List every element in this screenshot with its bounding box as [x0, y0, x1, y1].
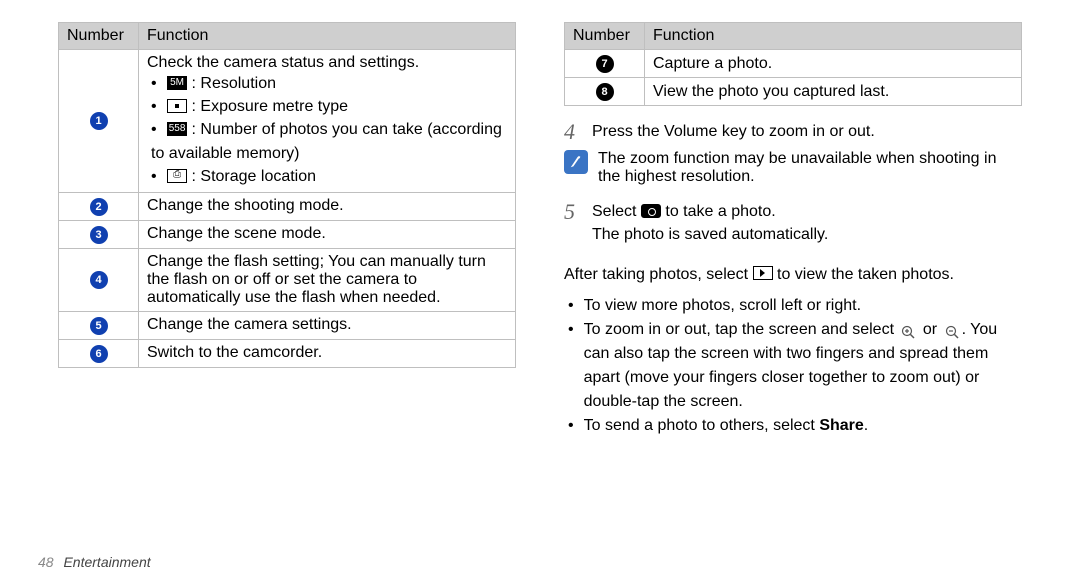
row-8-text: View the photo you captured last. — [645, 78, 1022, 106]
row-4-text: Change the flash setting; You can manual… — [139, 248, 516, 311]
row-number-1: 1 — [90, 112, 108, 130]
left-table: Number Function 1 Check the camera statu… — [58, 22, 516, 368]
row-1-sublist: 5M : Resolution : Exposure metre type 55… — [147, 72, 507, 188]
table-row: 1 Check the camera status and settings. … — [59, 50, 516, 193]
row-1-intro: Check the camera status and settings. — [147, 54, 507, 72]
table-header-row: Number Function — [59, 23, 516, 50]
step-5: 5 Select to take a photo. The photo is s… — [564, 200, 1022, 246]
table-row: 2 Change the shooting mode. — [59, 192, 516, 220]
row-number-3: 3 — [90, 226, 108, 244]
row-7-text: Capture a photo. — [645, 50, 1022, 78]
step-5-line2: The photo is saved automatically. — [592, 226, 828, 243]
table-row: 7 Capture a photo. — [565, 50, 1022, 78]
step-4-note: The zoom function may be unavailable whe… — [564, 150, 1022, 186]
row-number-7: 7 — [596, 55, 614, 73]
row-number-8: 8 — [596, 83, 614, 101]
table-row: 6 Switch to the camcorder. — [59, 339, 516, 367]
bullet-2: To zoom in or out, tap the screen and se… — [568, 318, 1022, 414]
th-number: Number — [565, 23, 645, 50]
row-1-item-storage: ⎙ : Storage location — [151, 165, 507, 188]
table-header-row: Number Function — [565, 23, 1022, 50]
row-number-2: 2 — [90, 198, 108, 216]
row-number-5: 5 — [90, 317, 108, 335]
after-paragraph: After taking photos, select to view the … — [564, 263, 1022, 286]
th-number: Number — [59, 23, 139, 50]
table-row: 4 Change the flash setting; You can manu… — [59, 248, 516, 311]
zoom-in-icon — [898, 325, 918, 339]
row-1-item-counter: 558 : Number of photos you can take (acc… — [151, 118, 507, 164]
bullet-3: To send a photo to others, select Share. — [568, 414, 1022, 438]
row-1-item-exposure: : Exposure metre type — [151, 95, 507, 118]
share-label: Share — [819, 417, 863, 434]
table-row: 8 View the photo you captured last. — [565, 78, 1022, 106]
row-6-text: Switch to the camcorder. — [139, 339, 516, 367]
section-label: Entertainment — [63, 554, 150, 570]
th-function: Function — [139, 23, 516, 50]
left-column: Number Function 1 Check the camera statu… — [58, 22, 516, 438]
step-4: 4 Press the Volume key to zoom in or out… — [564, 120, 1022, 144]
right-column: Number Function 7 Capture a photo. 8 Vie… — [564, 22, 1022, 438]
step-5-text: Select to take a photo. The photo is sav… — [592, 200, 828, 246]
step-4-text: Press the Volume key to zoom in or out. — [592, 120, 875, 144]
table-row: 3 Change the scene mode. — [59, 220, 516, 248]
exposure-icon — [167, 99, 187, 113]
row-2-text: Change the shooting mode. — [139, 192, 516, 220]
step-4-note-text: The zoom function may be unavailable whe… — [598, 150, 1022, 186]
row-number-4: 4 — [90, 271, 108, 289]
bullet-1: To view more photos, scroll left or righ… — [568, 294, 1022, 318]
camera-icon — [641, 204, 661, 218]
after-bullets: To view more photos, scroll left or righ… — [564, 294, 1022, 438]
row-number-6: 6 — [90, 345, 108, 363]
row-1-item-resolution: 5M : Resolution — [151, 72, 507, 95]
right-table: Number Function 7 Capture a photo. 8 Vie… — [564, 22, 1022, 106]
table-row: 5 Change the camera settings. — [59, 311, 516, 339]
page-content: Number Function 1 Check the camera statu… — [0, 0, 1080, 438]
counter-icon: 558 — [167, 122, 187, 136]
row-3-text: Change the scene mode. — [139, 220, 516, 248]
step-5-number: 5 — [564, 200, 582, 246]
storage-icon: ⎙ — [167, 169, 187, 183]
resolution-icon: 5M — [167, 76, 187, 90]
step-4-number: 4 — [564, 120, 582, 144]
row-5-text: Change the camera settings. — [139, 311, 516, 339]
zoom-out-icon — [942, 325, 962, 339]
page-number: 48 — [38, 554, 54, 570]
play-icon — [753, 266, 773, 280]
th-function: Function — [645, 23, 1022, 50]
page-footer: 48 Entertainment — [38, 554, 151, 570]
note-icon — [564, 150, 588, 174]
